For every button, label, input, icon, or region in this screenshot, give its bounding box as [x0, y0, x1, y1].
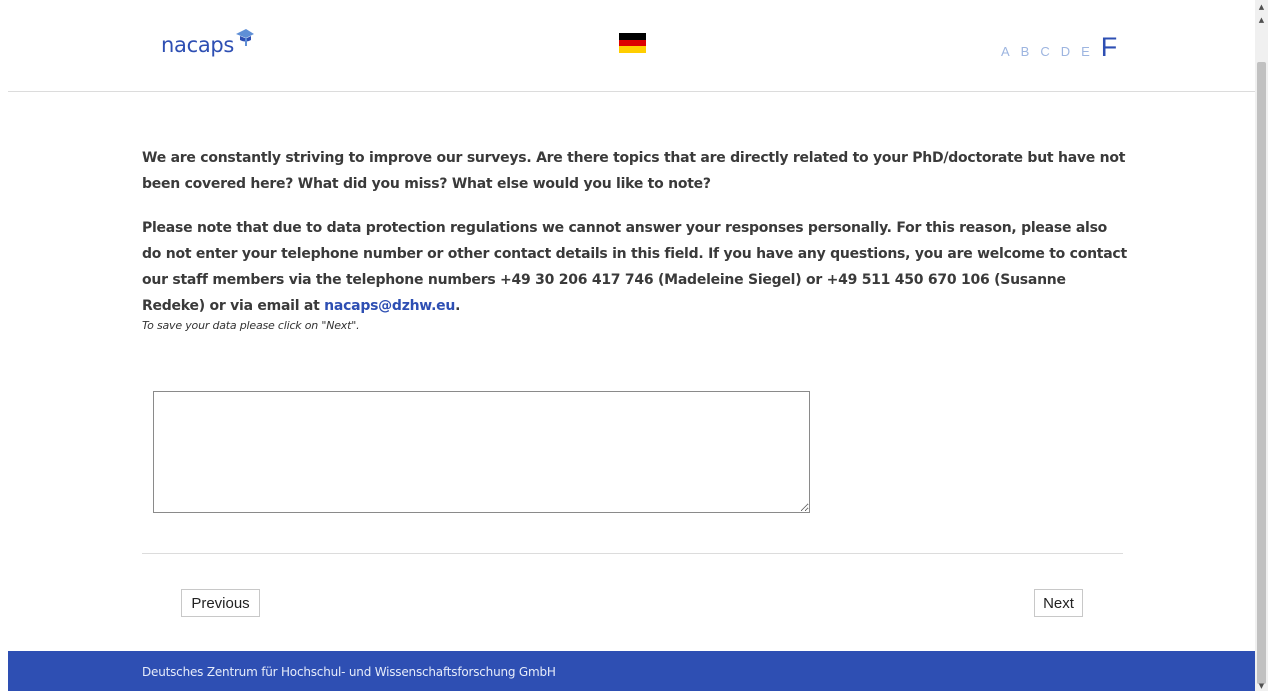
font-size-b[interactable]: B — [1021, 44, 1030, 59]
font-size-d[interactable]: D — [1061, 44, 1070, 59]
font-size-a[interactable]: A — [1001, 44, 1010, 59]
question-block: We are constantly striving to improve ou… — [142, 145, 1127, 333]
survey-page: nacaps A B C D E F We are constantly str… — [0, 0, 1268, 691]
font-size-selector: A B C D E F — [1001, 32, 1117, 63]
scroll-up-arrow-icon[interactable]: ▲ — [1255, 0, 1268, 13]
flag-stripe-red — [619, 39, 646, 47]
vertical-scrollbar[interactable]: ▲ ▲ ▼ — [1255, 0, 1268, 691]
graduation-cap-icon — [236, 29, 255, 46]
save-hint: To save your data please click on "Next"… — [142, 319, 360, 332]
header: nacaps A B C D E F — [8, 0, 1255, 92]
font-size-c[interactable]: C — [1040, 44, 1049, 59]
german-flag-language-switch[interactable] — [619, 33, 646, 54]
scroll-up-arrow-icon-2[interactable]: ▲ — [1255, 13, 1268, 26]
footer-text: Deutsches Zentrum für Hochschul- und Wis… — [142, 665, 556, 679]
question-text-1: We are constantly striving to improve ou… — [142, 150, 1126, 192]
scrollbar-thumb[interactable] — [1257, 62, 1266, 684]
font-size-f[interactable]: F — [1101, 32, 1118, 63]
scroll-down-arrow-icon[interactable]: ▼ — [1255, 681, 1268, 691]
previous-button[interactable]: Previous — [181, 589, 260, 617]
question-text-2-body: Please note that due to data protection … — [142, 220, 1127, 314]
question-text-2-end: . — [455, 298, 461, 314]
flag-stripe-black — [619, 33, 646, 40]
divider — [142, 553, 1123, 554]
next-button[interactable]: Next — [1034, 589, 1083, 617]
footer: Deutsches Zentrum für Hochschul- und Wis… — [8, 651, 1255, 691]
comment-textarea[interactable] — [153, 391, 810, 513]
email-link[interactable]: nacaps@dzhw.eu — [324, 298, 455, 314]
font-size-e[interactable]: E — [1081, 44, 1090, 59]
nacaps-logo: nacaps — [161, 29, 255, 66]
flag-stripe-gold — [619, 46, 646, 54]
logo-text: nacaps — [161, 33, 235, 57]
question-text-2: Please note that due to data protection … — [142, 215, 1127, 319]
